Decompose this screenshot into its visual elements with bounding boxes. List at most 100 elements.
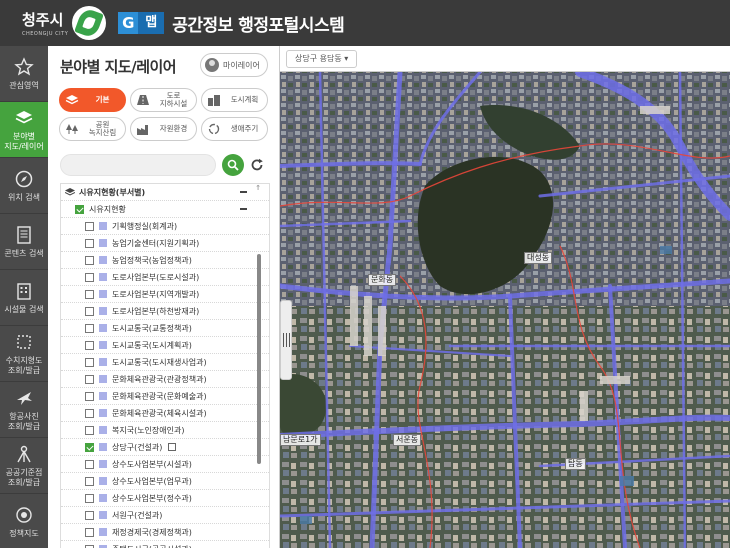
location-select[interactable]: 상당구 용담동 ▾ bbox=[286, 50, 358, 68]
layer-legend-swatch bbox=[99, 426, 107, 434]
nav-item-3[interactable]: 콘텐츠 검색 bbox=[0, 214, 48, 270]
map-view[interactable]: 문화동 대성동 서운동 탑동 남문로1가 bbox=[280, 46, 730, 548]
layer-item[interactable]: 상수도사업본부(시설과) bbox=[61, 456, 269, 473]
layer-item-label: 주택도시국(공공시설과) bbox=[112, 544, 192, 548]
nav-item-1[interactable]: 분야별 지도/레이어 bbox=[0, 102, 48, 158]
layer-item-label: 농업정책국(농업정책과) bbox=[112, 255, 192, 265]
my-layer-button[interactable]: 마이레이어 bbox=[200, 53, 268, 77]
collapse-icon[interactable] bbox=[240, 191, 247, 193]
layer-checkbox[interactable] bbox=[85, 374, 94, 384]
layer-checkbox[interactable] bbox=[85, 323, 94, 333]
layer-search-input[interactable] bbox=[60, 154, 216, 176]
layer-checkbox[interactable] bbox=[85, 527, 94, 537]
panel-toggle-handle[interactable] bbox=[280, 300, 292, 380]
scroll-up-icon[interactable]: ↑ bbox=[255, 184, 261, 192]
nav-item-label: 분야별 지도/레이어 bbox=[4, 131, 44, 151]
layer-checkbox[interactable] bbox=[85, 391, 94, 401]
layer-legend-swatch bbox=[99, 290, 107, 298]
nav-item-0[interactable]: 관심영역 bbox=[0, 46, 48, 102]
crop-icon bbox=[14, 332, 34, 352]
category-button-4[interactable]: 자원환경 bbox=[130, 117, 197, 141]
category-label: 자원환경 bbox=[159, 124, 188, 133]
layer-item-label: 농업기술센터(지원기획과) bbox=[112, 238, 200, 248]
map-label-daeseong: 대성동 bbox=[524, 252, 553, 264]
layer-checkbox[interactable] bbox=[85, 476, 94, 486]
panel-title: 분야별 지도/레이어 bbox=[60, 58, 177, 76]
edit-icon[interactable] bbox=[168, 443, 177, 451]
layer-checkbox[interactable] bbox=[85, 221, 94, 231]
layer-item[interactable]: 복지국(노인장애인과) bbox=[61, 422, 269, 439]
city-logo[interactable]: 청주시 CHEONGJU CITY bbox=[0, 0, 107, 46]
nav-item-2[interactable]: 위치 검색 bbox=[0, 158, 48, 214]
layer-item[interactable]: 상수도사업본부(정수과) bbox=[61, 490, 269, 507]
building-icon bbox=[14, 281, 34, 301]
nav-item-7[interactable]: 공공기준점 조회/발급 bbox=[0, 438, 48, 494]
layer-checkbox[interactable] bbox=[85, 425, 94, 435]
collapse-icon[interactable] bbox=[240, 208, 247, 210]
layer-item[interactable]: 농업기술센터(지원기획과) bbox=[61, 235, 269, 252]
category-button-5[interactable]: 생애주기 bbox=[201, 117, 268, 141]
group-checkbox[interactable] bbox=[75, 204, 84, 214]
layer-legend-swatch bbox=[99, 443, 107, 451]
layer-checkbox[interactable] bbox=[85, 289, 94, 299]
layer-checkbox[interactable] bbox=[85, 272, 94, 282]
nav-item-label: 위치 검색 bbox=[8, 192, 40, 202]
layer-item[interactable]: 도로사업본부(지역개발과) bbox=[61, 286, 269, 303]
layer-item[interactable]: 도시교통국(도시계획과) bbox=[61, 337, 269, 354]
category-label: 도로 지하시설 bbox=[159, 91, 188, 108]
layer-item[interactable]: 도로사업본부(하천방재과) bbox=[61, 303, 269, 320]
layer-legend-swatch bbox=[99, 273, 107, 281]
category-button-1[interactable]: 도로 지하시설 bbox=[130, 88, 197, 112]
layer-checkbox[interactable] bbox=[85, 544, 94, 548]
layer-legend-swatch bbox=[99, 528, 107, 536]
layer-item[interactable]: 주택도시국(공공시설과) bbox=[61, 541, 269, 548]
layer-checkbox[interactable] bbox=[85, 408, 94, 418]
layers-icon bbox=[14, 108, 34, 128]
layer-item[interactable]: 문화체육관광국(문화예술과) bbox=[61, 388, 269, 405]
city-icon bbox=[207, 94, 221, 106]
my-layer-label: 마이레이어 bbox=[223, 60, 260, 70]
nav-item-4[interactable]: 시설물 검색 bbox=[0, 270, 48, 326]
layer-legend-swatch bbox=[99, 511, 107, 519]
layer-checkbox[interactable] bbox=[85, 510, 94, 520]
layer-item[interactable]: 농업정책국(농업정책과) bbox=[61, 252, 269, 269]
refresh-button[interactable] bbox=[248, 156, 266, 174]
layer-item[interactable]: 재정경제국(경제정책과) bbox=[61, 524, 269, 541]
layer-item-label: 기획행정실(회계과) bbox=[112, 221, 178, 231]
nav-item-5[interactable]: 수치지형도 조회/발급 bbox=[0, 326, 48, 382]
layer-item[interactable]: 문화체육관광국(체육시설과) bbox=[61, 405, 269, 422]
layer-item-label: 도시교통국(교통정책과) bbox=[112, 323, 192, 333]
city-name-en: CHEONGJU CITY bbox=[22, 30, 69, 37]
layer-checkbox[interactable] bbox=[85, 493, 94, 503]
nav-item-8[interactable]: 정책지도 bbox=[0, 494, 48, 548]
layer-item[interactable]: 도로사업본부(도로시설과) bbox=[61, 269, 269, 286]
layer-item[interactable]: 상당구(건설과) bbox=[61, 439, 269, 456]
layer-checkbox[interactable] bbox=[85, 357, 94, 367]
layer-item[interactable]: 도시교통국(교통정책과) bbox=[61, 320, 269, 337]
nav-item-6[interactable]: 항공사진 조회/발급 bbox=[0, 382, 48, 438]
layer-item[interactable]: 도시교통국(도시재생사업과) bbox=[61, 354, 269, 371]
nav-item-label: 공공기준점 조회/발급 bbox=[5, 467, 43, 487]
tree-root[interactable]: 시유지현황(부서별) ↑ bbox=[61, 184, 269, 201]
layer-checkbox[interactable] bbox=[85, 340, 94, 350]
layer-item[interactable]: 상수도사업본부(업무과) bbox=[61, 473, 269, 490]
layer-item[interactable]: 문화체육관광국(관광정책과) bbox=[61, 371, 269, 388]
tree-group[interactable]: 시유지현황 bbox=[61, 201, 269, 218]
layer-item-label: 도로사업본부(지역개발과) bbox=[112, 289, 200, 299]
layer-item[interactable]: 서원구(건설과) bbox=[61, 507, 269, 524]
category-button-2[interactable]: 도시계획 bbox=[201, 88, 268, 112]
layer-checkbox[interactable] bbox=[85, 442, 94, 452]
layer-item-label: 문화체육관광국(문화예술과) bbox=[112, 391, 207, 401]
road-icon bbox=[136, 94, 150, 106]
category-button-0[interactable]: 기본 bbox=[59, 88, 126, 112]
layer-checkbox[interactable] bbox=[85, 306, 94, 316]
tree-scrollbar[interactable] bbox=[257, 254, 261, 544]
layer-item[interactable]: 기획행정실(회계과) bbox=[61, 218, 269, 235]
layer-checkbox[interactable] bbox=[85, 459, 94, 469]
layer-checkbox[interactable] bbox=[85, 238, 94, 248]
category-button-3[interactable]: 공원 녹지산림 bbox=[59, 117, 126, 141]
gmap-logo: G 맵 bbox=[118, 12, 165, 34]
layer-item-label: 상당구(건설과) bbox=[112, 442, 163, 452]
layer-checkbox[interactable] bbox=[85, 255, 94, 265]
search-button[interactable] bbox=[222, 154, 244, 176]
